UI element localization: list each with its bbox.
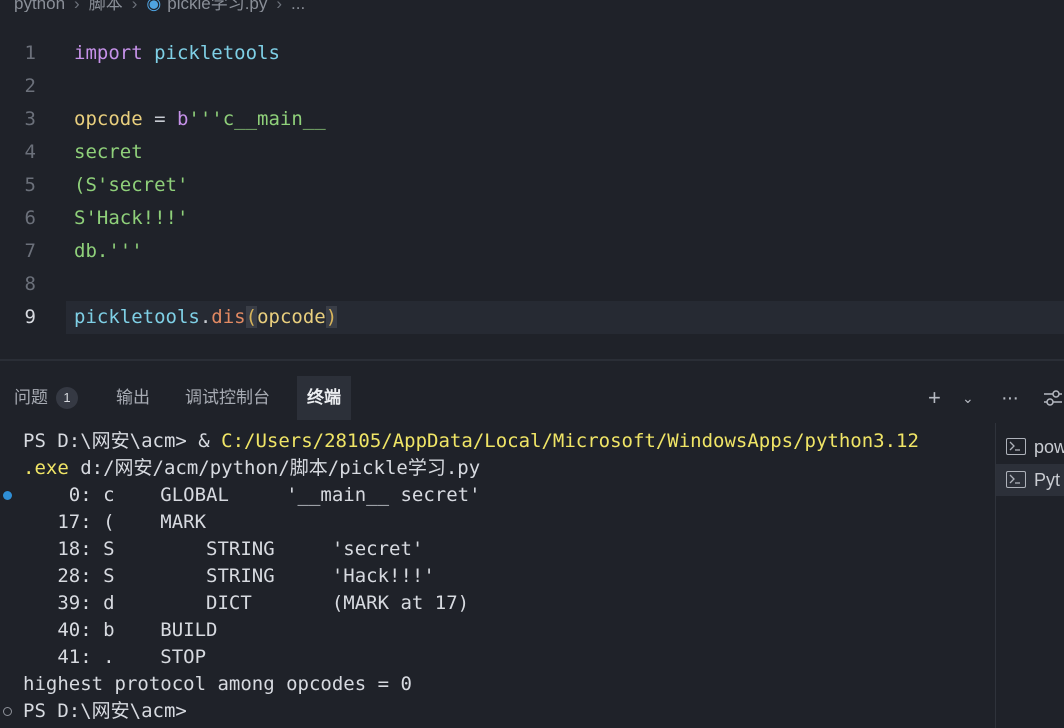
code-token: b <box>176 108 189 130</box>
line-number: 3 <box>24 108 36 130</box>
python-file-icon: ◉ <box>146 0 162 12</box>
python-exe-path: C:/Users/28105/AppData/Local/Microsoft/W… <box>221 430 919 452</box>
code-line[interactable]: 3 opcode = b'''c__main__ <box>0 103 1064 136</box>
breadcrumb-separator: › <box>74 0 80 12</box>
breadcrumb-separator: › <box>276 0 283 12</box>
breadcrumb: python › 脚本 › ◉ pickle学习.py ›... <box>0 0 1064 12</box>
line-number: 1 <box>24 42 36 64</box>
terminal-output-line: 17: ( MARK <box>23 511 207 533</box>
code-line[interactable]: 2 <box>0 70 1064 103</box>
terminal-list-item[interactable]: pow <box>996 431 1064 463</box>
tab-output[interactable]: 输出 <box>116 376 150 420</box>
code-text: secret <box>74 136 143 169</box>
code-token: ( <box>245 306 258 328</box>
terminal-output-line: 39: d DICT (MARK at 17) <box>23 592 470 614</box>
terminal-output-line: 40: b BUILD <box>23 619 218 641</box>
code-line[interactable]: 7 db.''' <box>0 235 1064 268</box>
code-text: import pickletools <box>74 37 280 70</box>
more-icon[interactable]: ··· <box>1001 376 1019 420</box>
terminal-output-line: 41: . STOP <box>23 646 207 668</box>
code-token: import <box>74 42 143 64</box>
panel-divider[interactable] <box>0 359 1064 361</box>
tab-debug-console-label: 调试控制台 <box>185 388 270 407</box>
sliders-icon[interactable] <box>1042 376 1064 420</box>
terminal-output-line: 0: c GLOBAL '__main__ secret' <box>23 484 481 506</box>
chevron-down-icon[interactable]: ⌄ <box>962 376 974 420</box>
breadcrumb-item-subfolder[interactable]: 脚本 <box>89 0 123 12</box>
tab-terminal[interactable]: 终端 <box>297 376 351 420</box>
code-token: = <box>142 108 177 130</box>
line-number: 9 <box>24 306 36 328</box>
breadcrumb-item-folder[interactable]: python <box>14 0 65 12</box>
code-token: pickletools <box>154 42 280 64</box>
line-number: 5 <box>24 174 36 196</box>
code-token: db.''' <box>74 240 143 262</box>
tab-output-label: 输出 <box>116 388 150 407</box>
python-exe-path-suffix: .exe <box>23 457 69 479</box>
code-token: ) <box>325 306 338 328</box>
terminal-list: pow Pyt <box>995 423 1064 728</box>
tab-problems[interactable]: 问题 1 <box>14 376 78 420</box>
panel-tab-bar: 问题 1 输出 调试控制台 终端 + ⌄ ··· <box>0 376 1064 420</box>
terminal-output-line: 18: S STRING 'secret' <box>23 538 424 560</box>
code-line[interactable]: 6 S'Hack!!!' <box>0 202 1064 235</box>
code-text: opcode = b'''c__main__ <box>74 103 326 136</box>
command-decoration-icon[interactable] <box>3 707 12 716</box>
tab-problems-label: 问题 <box>14 388 48 407</box>
terminal-list-label: Pyt <box>1034 470 1061 490</box>
code-token: pickletools <box>74 306 200 328</box>
tab-terminal-label: 终端 <box>307 388 341 407</box>
tab-debug-console[interactable]: 调试控制台 <box>185 376 270 420</box>
code-token: S'Hack!!!' <box>74 207 189 229</box>
line-number: 2 <box>24 75 36 97</box>
line-number: 6 <box>24 207 36 229</box>
terminal-list-label: pow <box>1034 437 1064 457</box>
command-decoration-icon[interactable] <box>3 491 12 500</box>
problems-count-badge: 1 <box>56 387 78 409</box>
code-token: opcode <box>74 108 143 130</box>
code-token: '''c__main__ <box>188 108 326 130</box>
terminal-output-line: 28: S STRING 'Hack!!!' <box>23 565 435 587</box>
script-path: d:/网安/acm/python/脚本/pickle学习.py <box>68 457 481 479</box>
terminal-icon <box>1006 438 1026 455</box>
line-number: 4 <box>24 141 36 163</box>
line-number: 7 <box>24 240 36 262</box>
code-text: pickletools.dis(opcode) <box>74 301 338 334</box>
code-editor[interactable]: 1 import pickletools 2 3 opcode = b'''c__mai… <box>0 37 1064 357</box>
terminal-output-line: highest protocol among opcodes = 0 <box>23 673 412 695</box>
code-line[interactable]: 5 (S'secret' <box>0 169 1064 202</box>
terminal-prompt: PS D:\网安\acm> & <box>23 430 222 452</box>
code-token: opcode <box>257 306 326 328</box>
plus-icon[interactable]: + <box>928 376 941 420</box>
code-text: (S'secret' <box>74 169 188 202</box>
terminal-command-line-wrap: .exe d:/网安/acm/python/脚本/pickle学习.py <box>23 455 480 482</box>
code-token: (S'secret' <box>74 174 189 196</box>
code-line[interactable]: 4 secret <box>0 136 1064 169</box>
code-line[interactable]: 1 import pickletools <box>0 37 1064 70</box>
code-token: dis <box>211 306 246 328</box>
terminal-output[interactable]: PS D:\网安\acm> & C:/Users/28105/AppData/L… <box>0 426 990 728</box>
breadcrumb-item-file[interactable]: pickle学习.py <box>167 0 267 12</box>
code-token: . <box>199 306 212 328</box>
code-token: secret <box>74 141 143 163</box>
terminal-prompt: PS D:\网安\acm> <box>23 700 187 722</box>
code-line[interactable]: 8 <box>0 268 1064 301</box>
code-line[interactable]: 9 pickletools.dis(opcode) <box>0 301 1064 334</box>
code-text: db.''' <box>74 235 143 268</box>
terminal-command-line: PS D:\网安\acm> & C:/Users/28105/AppData/L… <box>23 428 919 455</box>
breadcrumb-item-symbol[interactable]: ... <box>291 0 305 12</box>
line-number: 8 <box>24 273 36 295</box>
terminal-list-item-selected[interactable]: Pyt <box>996 464 1064 496</box>
code-text: S'Hack!!!' <box>74 202 188 235</box>
terminal-icon <box>1006 471 1026 488</box>
breadcrumb-separator: › <box>131 0 138 12</box>
